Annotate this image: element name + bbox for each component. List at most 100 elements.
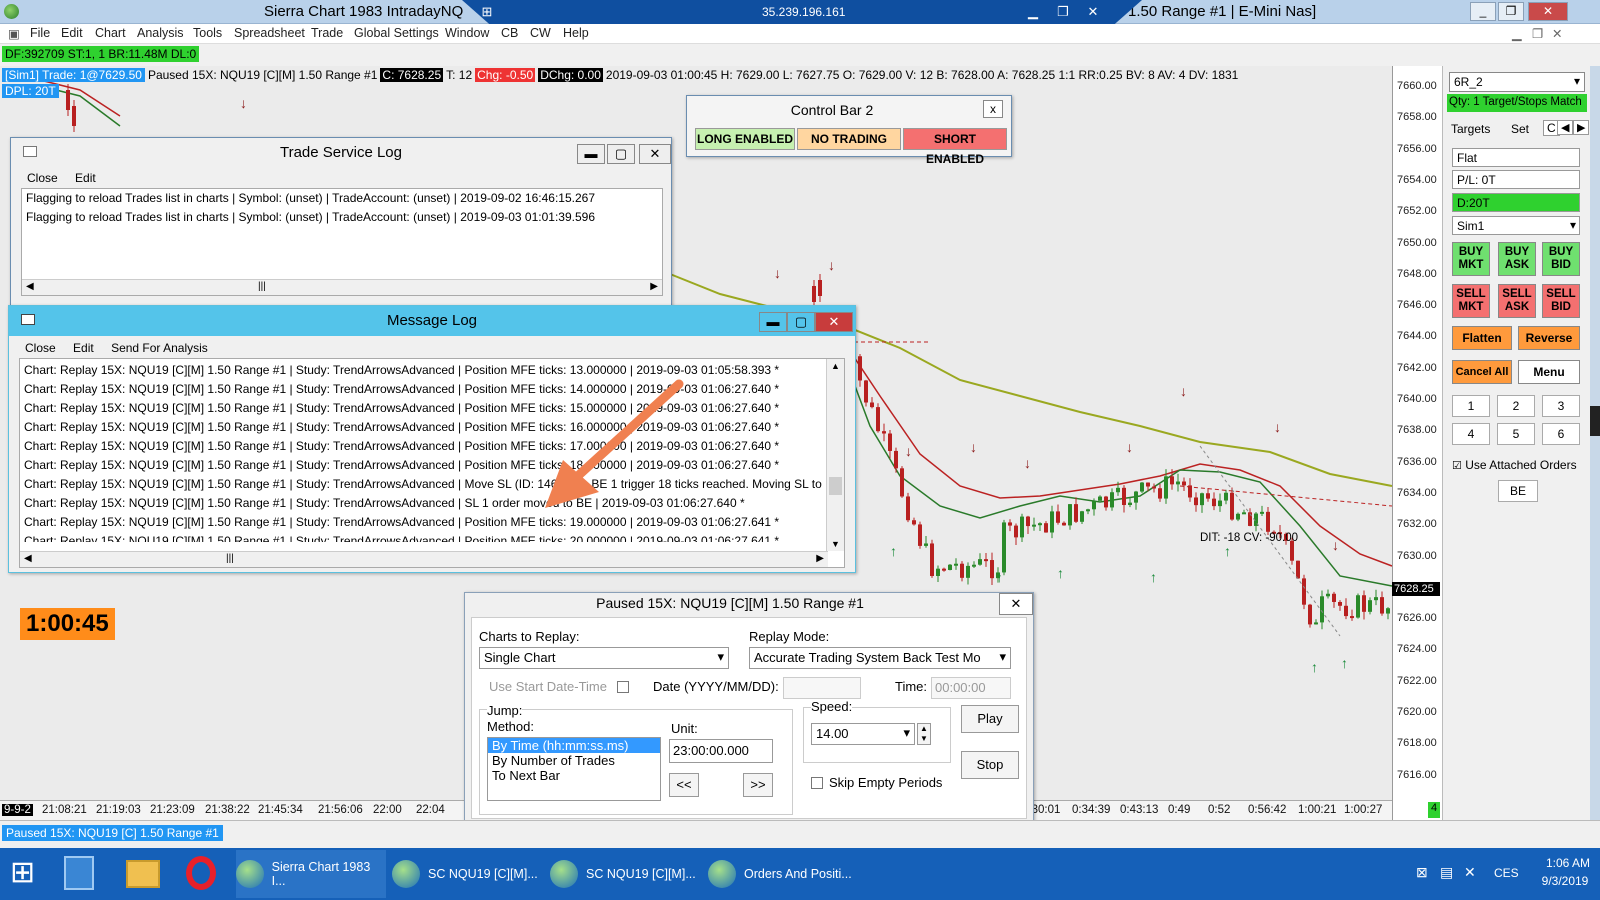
windows-start-icon[interactable]: ⊞ <box>10 858 35 888</box>
long-enabled-button[interactable]: LONG ENABLED <box>695 128 795 150</box>
message-log-menu-send[interactable]: Send For Analysis <box>111 341 208 355</box>
price-axis[interactable]: 7660.00 7658.00 7656.00 7654.00 7652.00 7650.… <box>1392 66 1442 820</box>
cancel-all-button[interactable]: Cancel All <box>1452 360 1512 384</box>
trade-log-maximize-button[interactable]: ▢ <box>607 144 635 164</box>
method-option-time[interactable]: By Time (hh:mm:ss.ms) <box>488 738 660 753</box>
mdi-close-button[interactable]: ✕ <box>1552 26 1562 41</box>
jump-method-list[interactable]: By Time (hh:mm:ss.ms) By Number of Trade… <box>487 737 661 801</box>
message-log-maximize-button[interactable]: ▢ <box>787 312 815 332</box>
speed-spinner[interactable]: ▲ ▼ <box>917 723 931 745</box>
menu-button[interactable]: Menu <box>1518 360 1580 384</box>
use-start-checkbox[interactable] <box>617 681 629 693</box>
qty-button-6[interactable]: 6 <box>1542 423 1580 445</box>
action-center-icon[interactable]: ▤ <box>1440 864 1453 881</box>
clock-date[interactable]: 9/3/2019 <box>1532 874 1598 888</box>
account-select[interactable]: Sim1 ▾ <box>1452 216 1580 235</box>
trade-log-minimize-button[interactable]: ▬ <box>577 144 605 164</box>
sell-market-button[interactable]: SELL MKT <box>1452 284 1490 318</box>
replay-mode-select[interactable]: Accurate Trading System Back Test Mo ▾ <box>749 647 1011 669</box>
message-log-hscrollbar[interactable]: ◀ ||| ▶ <box>20 551 828 567</box>
qty-button-1[interactable]: 1 <box>1452 395 1490 417</box>
speed-select[interactable]: 14.00 ▾ <box>811 723 915 745</box>
server-manager-icon[interactable] <box>64 856 94 890</box>
language-indicator[interactable]: CES <box>1494 866 1519 880</box>
method-option-trades[interactable]: By Number of Trades <box>488 753 660 768</box>
mdi-restore-button[interactable]: ❐ <box>1532 26 1543 41</box>
tab-scroll-right-icon[interactable]: ▶ <box>1573 120 1590 135</box>
sell-ask-button[interactable]: SELL ASK <box>1498 284 1536 318</box>
qty-button-3[interactable]: 3 <box>1542 395 1580 417</box>
taskbar-item-sc2[interactable]: SC NQU19 [C][M]... <box>550 850 700 898</box>
trade-log-hscrollbar[interactable]: ◀ ||| ▶ <box>22 279 662 295</box>
volume-icon[interactable]: ✕ <box>1464 864 1476 881</box>
vscroll-thumb[interactable] <box>829 477 842 495</box>
message-log-vscrollbar[interactable]: ▲ ▼ <box>826 359 844 551</box>
clock-time[interactable]: 1:06 AM <box>1538 856 1598 870</box>
attached-orders-option[interactable]: ☑ Use Attached Orders <box>1452 458 1577 472</box>
unit-input[interactable]: 23:00:00.000 <box>669 739 773 763</box>
buy-ask-button[interactable]: BUY ASK <box>1498 242 1536 276</box>
menu-global-settings[interactable]: Global Settings <box>354 26 439 40</box>
opera-browser-icon[interactable] <box>186 856 216 890</box>
menu-cb[interactable]: CB <box>501 26 518 40</box>
no-trading-button[interactable]: NO TRADING <box>797 128 901 150</box>
be-button[interactable]: BE <box>1498 480 1538 502</box>
reverse-button[interactable]: Reverse <box>1518 326 1580 350</box>
trade-log-list[interactable]: Flagging to reload Trades list in charts… <box>21 188 663 296</box>
taskbar-item-sc1[interactable]: SC NQU19 [C][M]... <box>392 850 542 898</box>
message-log-menu-edit[interactable]: Edit <box>73 341 94 355</box>
menu-window[interactable]: Window <box>445 26 489 40</box>
message-log-list[interactable]: Chart: Replay 15X: NQU19 [C][M] 1.50 Ran… <box>19 358 845 568</box>
date-input[interactable] <box>783 677 861 699</box>
replay-close-button[interactable]: ✕ <box>999 593 1033 615</box>
close-button[interactable]: ✕ <box>1528 2 1568 21</box>
message-log-close-button[interactable]: ✕ <box>815 312 853 332</box>
menu-analysis[interactable]: Analysis <box>137 26 184 40</box>
menu-chart[interactable]: Chart <box>95 26 126 40</box>
qty-button-5[interactable]: 5 <box>1497 423 1535 445</box>
trade-log-menu-close[interactable]: Close <box>27 171 58 185</box>
buy-bid-button[interactable]: BUY BID <box>1542 242 1580 276</box>
skip-empty-checkbox[interactable] <box>811 777 823 789</box>
jump-back-button[interactable]: << <box>669 773 699 797</box>
taskbar-item-sierra[interactable]: Sierra Chart 1983 I... <box>236 850 386 898</box>
stop-button[interactable]: Stop <box>961 751 1019 779</box>
panel-scroll-thumb[interactable] <box>1590 406 1600 436</box>
message-log-menu-close[interactable]: Close <box>25 341 56 355</box>
message-log-minimize-button[interactable]: ▬ <box>759 312 787 332</box>
menu-tools[interactable]: Tools <box>193 26 222 40</box>
menu-cw[interactable]: CW <box>530 26 551 40</box>
network-icon[interactable]: ⊠ <box>1416 864 1428 881</box>
flatten-button[interactable]: Flatten <box>1452 326 1512 350</box>
method-option-next-bar[interactable]: To Next Bar <box>488 768 660 783</box>
qty-button-4[interactable]: 4 <box>1452 423 1490 445</box>
rdp-restore-icon[interactable]: ❐ <box>1052 3 1074 20</box>
checkbox-checked-icon[interactable]: ☑ <box>1452 460 1462 472</box>
qty-button-2[interactable]: 2 <box>1497 395 1535 417</box>
rdp-minimize-icon[interactable]: ▁ <box>1022 3 1044 20</box>
menu-help[interactable]: Help <box>563 26 589 40</box>
menu-spreadsheet[interactable]: Spreadsheet <box>234 26 305 40</box>
menu-edit[interactable]: Edit <box>61 26 83 40</box>
time-input[interactable]: 00:00:00 <box>931 677 1011 699</box>
trade-log-menu-edit[interactable]: Edit <box>75 171 96 185</box>
short-enabled-button[interactable]: SHORT ENABLED <box>903 128 1007 166</box>
app-menu-icon[interactable]: ▣ <box>8 26 20 41</box>
play-button[interactable]: Play <box>961 705 1019 733</box>
file-explorer-icon[interactable] <box>126 860 160 888</box>
chart-tab[interactable]: Paused 15X: NQU19 [C] 1.50 Range #1 <box>2 825 223 841</box>
mdi-minimize-button[interactable]: ▁ <box>1512 26 1522 41</box>
symbol-select[interactable]: 6R_2 ▾ <box>1449 72 1585 92</box>
charts-to-replay-select[interactable]: Single Chart ▾ <box>479 647 729 669</box>
minimize-button[interactable]: _ <box>1470 2 1496 21</box>
sell-bid-button[interactable]: SELL BID <box>1542 284 1580 318</box>
jump-forward-button[interactable]: >> <box>743 773 773 797</box>
menu-file[interactable]: File <box>30 26 50 40</box>
taskbar-item-orders[interactable]: Orders And Positi... <box>708 850 858 898</box>
tab-scroll-left-icon[interactable]: ◀ <box>1557 120 1574 135</box>
rdp-close-icon[interactable]: ✕ <box>1082 3 1104 20</box>
control-bar-close-button[interactable]: x <box>983 100 1003 118</box>
menu-trade[interactable]: Trade <box>311 26 343 40</box>
trade-log-close-button[interactable]: ✕ <box>639 144 671 164</box>
maximize-button[interactable]: ❐ <box>1498 2 1524 21</box>
